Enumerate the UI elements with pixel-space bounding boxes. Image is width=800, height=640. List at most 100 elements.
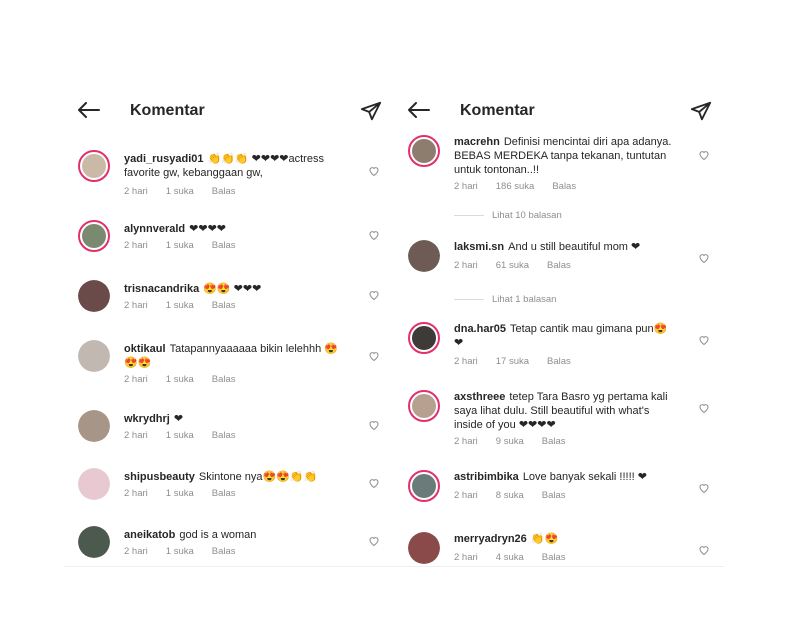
avatar[interactable] (78, 468, 110, 500)
reply-button[interactable]: Balas (212, 488, 236, 499)
heart-icon[interactable] (698, 482, 710, 494)
avatar[interactable] (78, 150, 110, 182)
heart-icon[interactable] (368, 477, 380, 489)
like-count[interactable]: 186 suka (496, 181, 535, 192)
heart-icon[interactable] (368, 419, 380, 431)
comment-age: 2 hari (454, 260, 478, 271)
reply-button[interactable]: Balas (542, 436, 566, 447)
comment-username[interactable]: merryadryn26 (454, 533, 527, 545)
like-count[interactable]: 8 suka (496, 490, 524, 501)
avatar[interactable] (78, 280, 110, 312)
view-replies-link[interactable]: Lihat 1 balasan (454, 294, 556, 305)
like-count[interactable]: 1 suka (166, 300, 194, 311)
reply-button[interactable]: Balas (212, 546, 236, 557)
heart-icon[interactable] (368, 289, 380, 301)
avatar-image (78, 468, 110, 500)
like-count[interactable]: 1 suka (166, 186, 194, 197)
avatar[interactable] (78, 410, 110, 442)
comment-age: 2 hari (124, 546, 148, 557)
comment-age: 2 hari (454, 356, 478, 367)
heart-icon[interactable] (698, 252, 710, 264)
avatar-image (412, 474, 436, 498)
comment-username[interactable]: trisnacandrika (124, 283, 199, 295)
view-replies-label[interactable]: Lihat 10 balasan (492, 210, 562, 221)
heart-icon[interactable] (698, 544, 710, 556)
avatar-image (408, 532, 440, 564)
avatar[interactable] (408, 390, 440, 422)
avatar[interactable] (408, 322, 440, 354)
avatar-image (408, 240, 440, 272)
comment-text: ❤❤❤❤ (189, 223, 227, 235)
reply-button[interactable]: Balas (547, 260, 571, 271)
heart-icon[interactable] (368, 165, 380, 177)
comment-age: 2 hari (124, 186, 148, 197)
comment-username[interactable]: wkrydhrj (124, 413, 170, 425)
like-count[interactable]: 4 suka (496, 552, 524, 563)
like-count[interactable]: 1 suka (166, 430, 194, 441)
avatar[interactable] (408, 470, 440, 502)
avatar[interactable] (78, 220, 110, 252)
avatar-image (78, 410, 110, 442)
comment-username[interactable]: astribimbika (454, 471, 519, 483)
heart-icon[interactable] (698, 149, 710, 161)
comment-age: 2 hari (454, 181, 478, 192)
comment-text: Love banyak sekali !!!!! ❤ (522, 471, 647, 483)
view-replies-label[interactable]: Lihat 1 balasan (492, 294, 556, 305)
comment-username[interactable]: dna.har05 (454, 323, 506, 335)
like-count[interactable]: 9 suka (496, 436, 524, 447)
reply-button[interactable]: Balas (212, 240, 236, 251)
heart-icon[interactable] (368, 535, 380, 547)
avatar-image (82, 224, 106, 248)
heart-icon[interactable] (698, 402, 710, 414)
comment-text: 👏😍 (530, 533, 559, 545)
comment-username[interactable]: macrehn (454, 136, 500, 148)
reply-button[interactable]: Balas (212, 186, 236, 197)
like-count[interactable]: 61 suka (496, 260, 529, 271)
comments-panel-right: Komentar macrehn Definisi mencintai diri … (400, 90, 720, 568)
avatar[interactable] (408, 532, 440, 564)
heart-icon[interactable] (368, 229, 380, 241)
comment-text: ❤ (173, 413, 184, 425)
bottom-divider (64, 566, 724, 567)
avatar[interactable] (78, 526, 110, 558)
comment-age: 2 hari (454, 552, 478, 563)
back-arrow-icon[interactable] (78, 102, 100, 118)
comment-username[interactable]: yadi_rusyadi01 (124, 153, 204, 165)
comment-username[interactable]: axsthreee (454, 391, 505, 403)
avatar-image (78, 280, 110, 312)
send-icon[interactable] (690, 100, 712, 122)
reply-button[interactable]: Balas (212, 430, 236, 441)
comment-username[interactable]: shipusbeauty (124, 471, 195, 483)
like-count[interactable]: 1 suka (166, 240, 194, 251)
avatar-image (78, 526, 110, 558)
comment-username[interactable]: alynnverald (124, 223, 185, 235)
heart-icon[interactable] (368, 350, 380, 362)
comment-username[interactable]: laksmi.sn (454, 241, 504, 253)
send-icon[interactable] (360, 100, 382, 122)
reply-button[interactable]: Balas (547, 356, 571, 367)
comment-username[interactable]: aneikatob (124, 529, 175, 541)
reply-button[interactable]: Balas (212, 300, 236, 311)
avatar[interactable] (78, 340, 110, 372)
like-count[interactable]: 1 suka (166, 546, 194, 557)
back-arrow-icon[interactable] (408, 102, 430, 118)
comment-username[interactable]: oktikaul (124, 343, 166, 355)
comment-text: god is a woman (179, 529, 257, 541)
like-count[interactable]: 1 suka (166, 374, 194, 385)
reply-button[interactable]: Balas (212, 374, 236, 385)
like-count[interactable]: 17 suka (496, 356, 529, 367)
heart-icon[interactable] (698, 334, 710, 346)
reply-button[interactable]: Balas (552, 181, 576, 192)
like-count[interactable]: 1 suka (166, 488, 194, 499)
comment-age: 2 hari (124, 374, 148, 385)
replies-divider (454, 298, 484, 300)
page-title: Komentar (130, 102, 205, 119)
avatar-image (412, 326, 436, 350)
reply-button[interactable]: Balas (542, 552, 566, 563)
reply-button[interactable]: Balas (542, 490, 566, 501)
view-replies-link[interactable]: Lihat 10 balasan (454, 210, 562, 221)
comment-text: 😍😍 ❤❤❤ (203, 283, 262, 295)
comment-text: And u still beautiful mom ❤ (508, 241, 641, 253)
avatar[interactable] (408, 135, 440, 167)
avatar[interactable] (408, 240, 440, 272)
